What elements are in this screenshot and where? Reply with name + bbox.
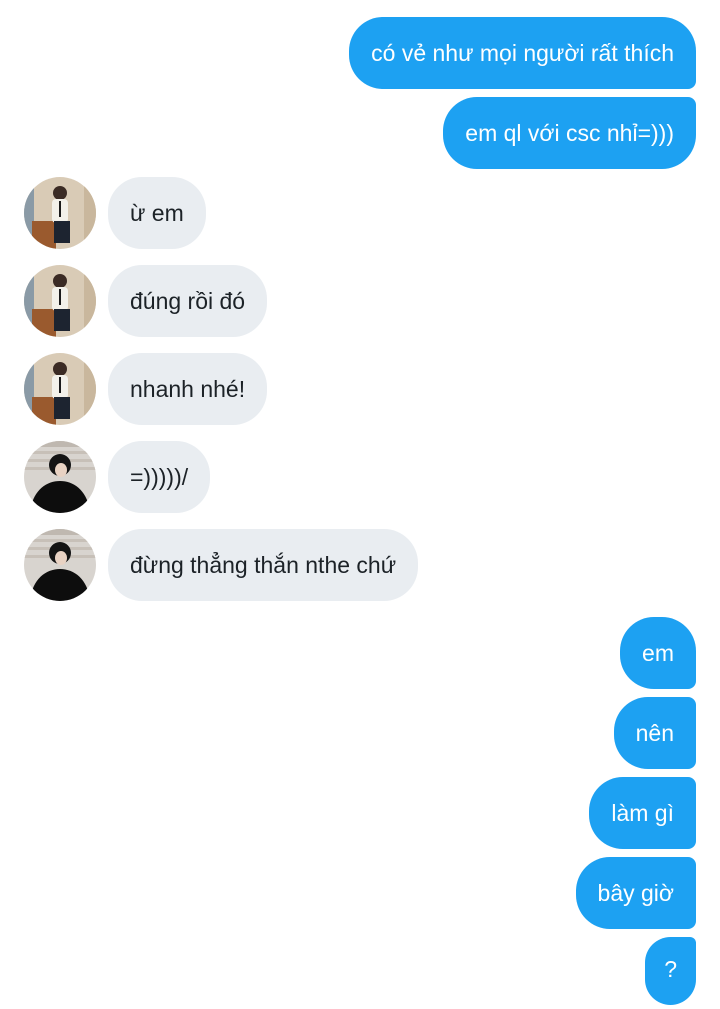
message-bubble[interactable]: =)))))/	[108, 441, 211, 513]
person-photo-icon	[24, 441, 96, 513]
message-bubble[interactable]: nên	[613, 697, 696, 769]
message-bubble[interactable]: đừng thẳng thắn nthe chứ	[108, 529, 419, 601]
avatar[interactable]	[24, 177, 96, 249]
avatar[interactable]	[24, 441, 96, 513]
incoming-message[interactable]: đừng thẳng thắn nthe chứ	[24, 529, 419, 601]
avatar[interactable]	[24, 353, 96, 425]
message-bubble[interactable]: em	[620, 617, 696, 689]
person-photo-icon	[24, 529, 96, 601]
message-bubble[interactable]: bây giờ	[575, 857, 696, 929]
message-bubble[interactable]: ?	[645, 937, 696, 1005]
outgoing-message[interactable]: nên	[613, 697, 696, 769]
message-bubble[interactable]: nhanh nhé!	[108, 353, 268, 425]
message-bubble[interactable]: có vẻ như mọi người rất thích	[349, 17, 696, 89]
outgoing-message[interactable]: ?	[645, 937, 696, 1005]
outgoing-message[interactable]: em ql với csc nhỉ=)))	[443, 97, 696, 169]
chat-thread[interactable]: có vẻ như mọi người rất thích em ql với …	[0, 0, 720, 1009]
outgoing-message[interactable]: có vẻ như mọi người rất thích	[349, 17, 696, 89]
outgoing-message[interactable]: bây giờ	[575, 857, 696, 929]
incoming-message[interactable]: đúng rồi đó	[24, 265, 268, 337]
message-bubble[interactable]: đúng rồi đó	[108, 265, 268, 337]
message-bubble[interactable]: ừ em	[108, 177, 206, 249]
avatar[interactable]	[24, 529, 96, 601]
avatar[interactable]	[24, 265, 96, 337]
person-photo-icon	[24, 353, 96, 425]
outgoing-message[interactable]: làm gì	[589, 777, 696, 849]
incoming-message[interactable]: nhanh nhé!	[24, 353, 268, 425]
person-photo-icon	[24, 265, 96, 337]
incoming-message[interactable]: ừ em	[24, 177, 206, 249]
message-bubble[interactable]: em ql với csc nhỉ=)))	[443, 97, 696, 169]
incoming-message[interactable]: =)))))/	[24, 441, 211, 513]
message-bubble[interactable]: làm gì	[589, 777, 696, 849]
person-photo-icon	[24, 177, 96, 249]
outgoing-message[interactable]: em	[620, 617, 696, 689]
